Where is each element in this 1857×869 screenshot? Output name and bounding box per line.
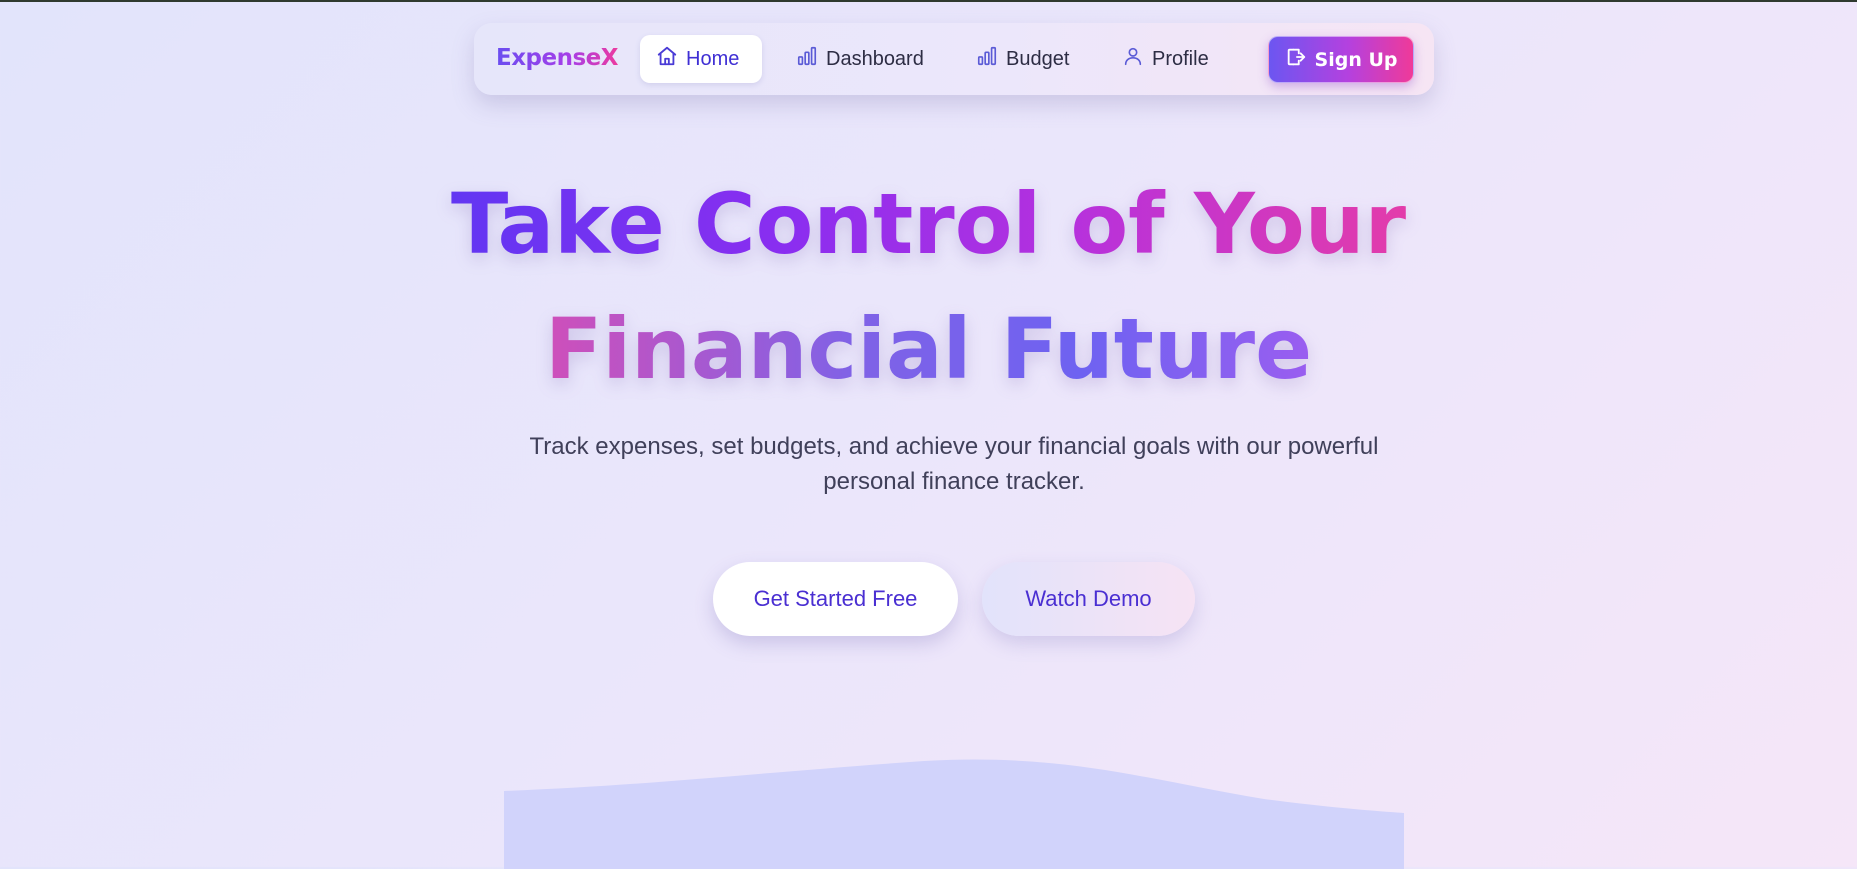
get-started-button[interactable]: Get Started Free — [713, 562, 958, 636]
home-icon — [656, 45, 678, 73]
nav-item-home[interactable]: Home — [640, 35, 762, 83]
nav-item-budget[interactable]: Budget — [976, 35, 1069, 83]
hero-subtitle: Track expenses, set budgets, and achieve… — [529, 433, 1379, 495]
bar-chart-icon — [796, 45, 818, 73]
user-icon — [1122, 45, 1144, 73]
hero-title-line-1: Take Control of Your — [0, 162, 1857, 286]
nav-item-label: Home — [686, 47, 740, 70]
nav-item-profile[interactable]: Profile — [1122, 35, 1209, 83]
hero-title-text: Take Control of Your — [450, 175, 1406, 273]
hero-title-text: Financial Future — [544, 300, 1313, 398]
nav-item-label: Profile — [1152, 47, 1209, 70]
nav-item-label: Budget — [1006, 47, 1070, 70]
login-icon — [1285, 46, 1307, 73]
top-navbar: ExpenseX Home Dashboard Budget Profile S… — [474, 23, 1434, 95]
bar-chart-icon — [976, 45, 998, 73]
nav-item-dashboard[interactable]: Dashboard — [796, 35, 924, 83]
decorative-wave — [504, 759, 1404, 869]
brand-logo[interactable]: ExpenseX — [496, 45, 619, 71]
hero-title-line-2: Financial Future — [0, 287, 1857, 411]
watch-demo-button[interactable]: Watch Demo — [982, 562, 1195, 636]
nav-item-label: Dashboard — [826, 47, 924, 70]
sign-up-button[interactable]: Sign Up — [1268, 36, 1414, 83]
sign-up-label: Sign Up — [1314, 48, 1398, 71]
